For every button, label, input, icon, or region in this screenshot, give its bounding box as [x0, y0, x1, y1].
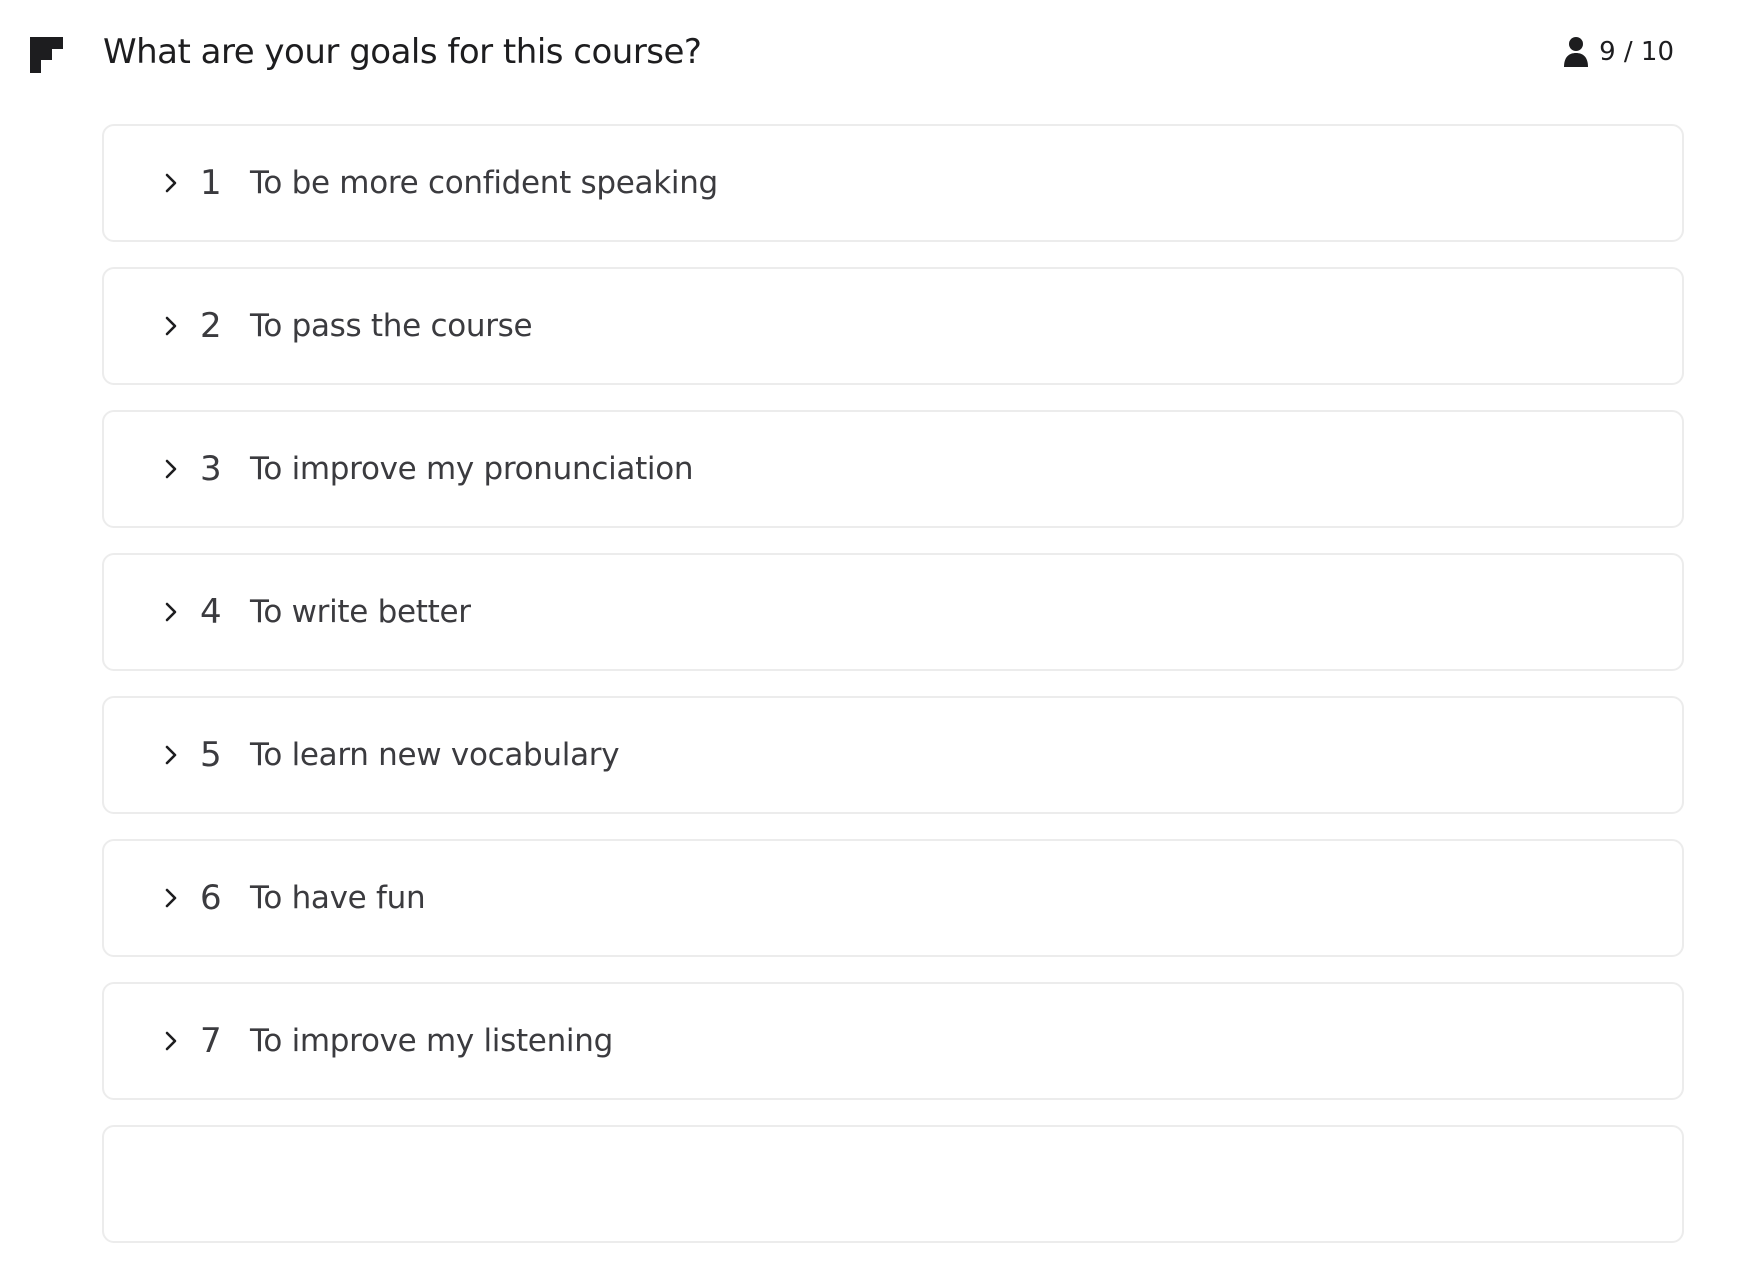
chevron-right-icon — [165, 602, 177, 622]
item-label: To be more confident speaking — [250, 165, 718, 201]
item-number: 5 — [200, 735, 222, 775]
item-label: To learn new vocabulary — [250, 737, 620, 773]
item-number: 7 — [200, 1021, 222, 1061]
list-item[interactable]: 6 To have fun — [102, 839, 1684, 957]
chevron-right-icon — [165, 888, 177, 908]
goals-list: 1 To be more confident speaking 2 To pas… — [102, 124, 1684, 1268]
item-label: To improve my listening — [250, 1023, 613, 1059]
list-item[interactable]: 2 To pass the course — [102, 267, 1684, 385]
chevron-right-icon — [165, 1031, 177, 1051]
chevron-right-icon — [165, 173, 177, 193]
list-item[interactable]: 7 To improve my listening — [102, 982, 1684, 1100]
item-number: 4 — [200, 592, 222, 632]
brand-logo-icon — [30, 37, 63, 73]
chevron-right-icon — [165, 745, 177, 765]
item-label: To write better — [250, 594, 471, 630]
list-item[interactable]: 1 To be more confident speaking — [102, 124, 1684, 242]
list-item[interactable]: 3 To improve my pronunciation — [102, 410, 1684, 528]
item-number: 3 — [200, 449, 222, 489]
item-label: To have fun — [250, 880, 426, 916]
person-icon — [1564, 37, 1589, 67]
item-number: 1 — [200, 163, 222, 203]
list-item[interactable]: 5 To learn new vocabulary — [102, 696, 1684, 814]
list-item-partial[interactable] — [102, 1125, 1684, 1243]
item-number: 2 — [200, 306, 222, 346]
chevron-right-icon — [165, 459, 177, 479]
list-item[interactable]: 4 To write better — [102, 553, 1684, 671]
item-label: To improve my pronunciation — [250, 451, 694, 487]
chevron-right-icon — [165, 316, 177, 336]
item-number: 6 — [200, 878, 222, 918]
page-title: What are your goals for this course? — [103, 32, 702, 72]
item-label: To pass the course — [250, 308, 533, 344]
participant-counter: 9 / 10 — [1563, 36, 1674, 68]
counter-value: 9 / 10 — [1599, 37, 1674, 67]
